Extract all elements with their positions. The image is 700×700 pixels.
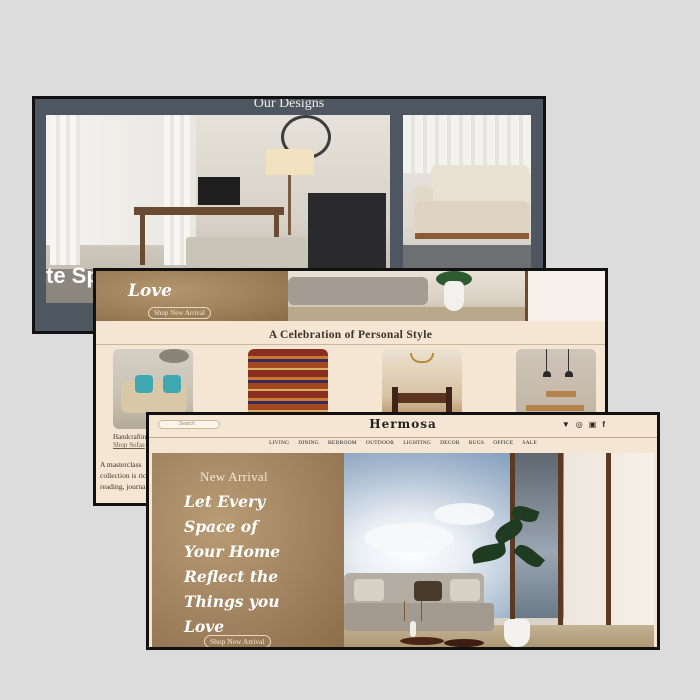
section-title: Our Designs xyxy=(253,96,325,111)
hero-text-panel: New Arrival Let Every Space of Your Home… xyxy=(152,453,344,647)
menu-item-lighting[interactable]: LIGHTING xyxy=(403,440,431,446)
hero-room-image xyxy=(288,271,605,321)
overlay-heading: te Sp xyxy=(46,263,100,288)
menu-item-dining[interactable]: DINING xyxy=(298,440,319,446)
hero-headline: Let Every Space of Your Home Reflect the… xyxy=(184,492,281,636)
sofa-image[interactable] xyxy=(403,115,531,271)
hero-headline-end: Love xyxy=(128,281,172,301)
thumbnail-caption: Handcrafting xyxy=(113,433,150,441)
pinterest-icon[interactable]: ◎ xyxy=(576,421,583,429)
shop-new-arrival-button[interactable]: Shop New Arrival xyxy=(148,307,211,319)
divider xyxy=(96,344,605,345)
menu-item-bedroom[interactable]: BEDROOM xyxy=(328,440,357,446)
location-icon[interactable]: ▼ xyxy=(562,421,570,429)
hero-banner: Love Shop New Arrival xyxy=(96,271,605,321)
menu-item-living[interactable]: LIVING xyxy=(269,440,289,446)
hero-room-image xyxy=(344,453,654,647)
menu-item-outdoor[interactable]: OUTDOOR xyxy=(366,440,394,446)
facebook-icon[interactable]: f xyxy=(602,421,605,429)
social-icons: ▼ ◎ ▣ f xyxy=(562,421,605,429)
collection-paragraph: A masterclass collection is ric reading,… xyxy=(100,460,147,491)
main-menu: LIVING DINING BEDROOM OUTDOOR LIGHTING D… xyxy=(149,440,657,446)
shop-sofas-link[interactable]: Shop Sofas xyxy=(113,441,145,449)
hero-eyebrow: New Arrival xyxy=(200,469,268,484)
hero-section: New Arrival Let Every Space of Your Home… xyxy=(152,453,654,647)
shop-new-arrival-button[interactable]: Shop New Arrival xyxy=(204,635,271,647)
hermosa-homepage-screenshot: Search Hermosa ▼ ◎ ▣ f LIVING DINING BED… xyxy=(146,412,660,650)
menu-item-office[interactable]: OFFICE xyxy=(493,440,513,446)
collection-heading: A Celebration of Personal Style xyxy=(268,329,433,341)
menu-item-rugs[interactable]: RUGS xyxy=(469,440,484,446)
menu-item-sale[interactable]: SALE xyxy=(522,440,537,446)
top-bar: Search Hermosa ▼ ◎ ▣ f xyxy=(149,415,657,437)
instagram-icon[interactable]: ▣ xyxy=(589,421,597,429)
menu-item-decor[interactable]: DECOR xyxy=(440,440,460,446)
hero-text-panel: Love Shop New Arrival xyxy=(96,271,288,321)
nav-divider xyxy=(149,437,657,438)
